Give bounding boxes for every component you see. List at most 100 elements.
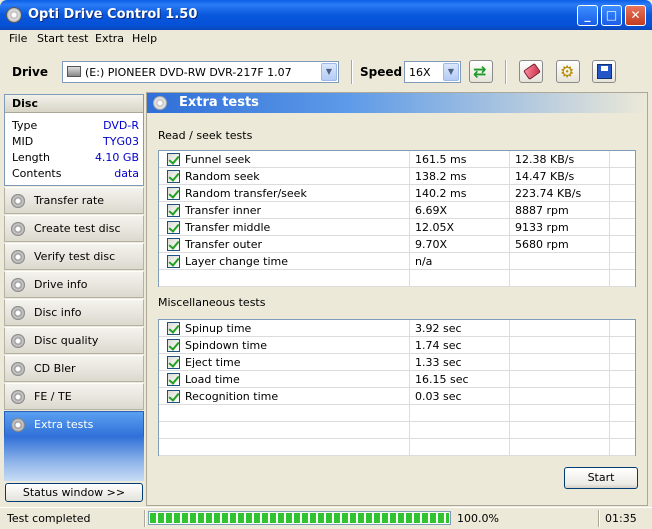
- disc-value: 4.10 GB: [94, 151, 139, 164]
- disc-icon: [11, 334, 25, 348]
- maximize-button[interactable]: □: [601, 5, 622, 26]
- status-window-button[interactable]: Status window >>: [5, 483, 143, 502]
- test-checkbox[interactable]: [167, 153, 180, 166]
- disc-info-panel: Disc Type DVD-R MID TYG03 Length 4.10 GB…: [4, 94, 144, 186]
- disc-icon: [11, 250, 25, 264]
- nav-fe-te[interactable]: FE / TE: [4, 383, 144, 410]
- test-name-cell: Transfer inner: [159, 202, 410, 219]
- nav-label: Transfer rate: [34, 194, 105, 207]
- test-name-cell: Layer change time: [159, 253, 410, 270]
- disc-key: Contents: [12, 167, 62, 180]
- gears-icon: ⚙: [560, 62, 575, 81]
- table-row: [159, 405, 635, 422]
- test-name-cell: Transfer outer: [159, 236, 410, 253]
- test-value2-cell: [510, 422, 610, 439]
- erase-button[interactable]: [519, 60, 543, 83]
- panel-header: Extra tests: [147, 93, 647, 113]
- nav-disc-quality[interactable]: Disc quality: [4, 327, 144, 354]
- menu-file[interactable]: File: [9, 32, 27, 45]
- test-name: Load time: [185, 373, 240, 386]
- progress-bar: [148, 511, 451, 525]
- test-name-cell: Eject time: [159, 354, 410, 371]
- test-checkbox[interactable]: [167, 322, 180, 335]
- drive-select[interactable]: (E:) PIONEER DVD-RW DVR-217F 1.07 ▼: [62, 61, 339, 83]
- menu-bar: File Start test Extra Help: [0, 30, 652, 49]
- disc-icon: [11, 362, 25, 376]
- filler-cell: [610, 337, 635, 354]
- toolbar-separator: [505, 60, 507, 84]
- nav-label: CD Bler: [34, 362, 76, 375]
- test-checkbox[interactable]: [167, 170, 180, 183]
- table-row: Transfer middle 12.05X 9133 rpm: [159, 219, 635, 236]
- settings-button[interactable]: ⚙: [556, 60, 580, 83]
- test-checkbox[interactable]: [167, 204, 180, 217]
- refresh-button[interactable]: ⇄: [469, 60, 493, 83]
- table-row: Eject time 1.33 sec: [159, 354, 635, 371]
- nav-label: Extra tests: [34, 418, 94, 431]
- test-checkbox[interactable]: [167, 390, 180, 403]
- save-button[interactable]: [592, 60, 616, 83]
- table-row: Transfer inner 6.69X 8887 rpm: [159, 202, 635, 219]
- test-name-cell: Funnel seek: [159, 151, 410, 168]
- nav-verify-test-disc[interactable]: Verify test disc: [4, 243, 144, 270]
- speed-select-value: 16X: [409, 66, 431, 79]
- test-name-cell: [159, 439, 410, 456]
- test-name: Transfer inner: [185, 204, 262, 217]
- test-checkbox[interactable]: [167, 373, 180, 386]
- filler-cell: [610, 371, 635, 388]
- close-button[interactable]: ✕: [625, 5, 646, 26]
- test-value2-cell: [510, 439, 610, 456]
- menu-extra[interactable]: Extra: [95, 32, 124, 45]
- test-value2-cell: 14.47 KB/s: [510, 168, 610, 185]
- test-checkbox[interactable]: [167, 221, 180, 234]
- nav-label: FE / TE: [34, 390, 72, 403]
- drive-label: Drive: [12, 65, 48, 79]
- menu-start-test[interactable]: Start test: [37, 32, 89, 45]
- test-value2-cell: [510, 337, 610, 354]
- minimize-button[interactable]: _: [577, 5, 598, 26]
- test-value-cell: 1.33 sec: [410, 354, 510, 371]
- chevron-down-icon[interactable]: ▼: [443, 63, 459, 81]
- filler-cell: [610, 168, 635, 185]
- nav-create-test-disc[interactable]: Create test disc: [4, 215, 144, 242]
- filler-cell: [610, 202, 635, 219]
- speed-select[interactable]: 16X ▼: [404, 61, 461, 83]
- test-checkbox[interactable]: [167, 255, 180, 268]
- drive-select-value: (E:) PIONEER DVD-RW DVR-217F 1.07: [85, 66, 292, 79]
- table-row: Spindown time 1.74 sec: [159, 337, 635, 354]
- test-value2-cell: [510, 354, 610, 371]
- test-checkbox[interactable]: [167, 339, 180, 352]
- table-row: [159, 422, 635, 439]
- test-value-cell: [410, 422, 510, 439]
- chevron-down-icon[interactable]: ▼: [321, 63, 337, 81]
- test-checkbox[interactable]: [167, 356, 180, 369]
- test-name-cell: Spinup time: [159, 320, 410, 337]
- nav-extra-tests[interactable]: Extra tests: [4, 411, 144, 438]
- disc-icon: [153, 96, 167, 110]
- start-button[interactable]: Start: [564, 467, 638, 489]
- test-value2-cell: [510, 270, 610, 287]
- nav-cd-bler[interactable]: CD Bler: [4, 355, 144, 382]
- test-value2-cell: [510, 253, 610, 270]
- filler-cell: [610, 253, 635, 270]
- test-value2-cell: 8887 rpm: [510, 202, 610, 219]
- test-checkbox[interactable]: [167, 187, 180, 200]
- table-row: Transfer outer 9.70X 5680 rpm: [159, 236, 635, 253]
- test-value-cell: [410, 270, 510, 287]
- test-checkbox[interactable]: [167, 238, 180, 251]
- test-value-cell: 16.15 sec: [410, 371, 510, 388]
- filler-cell: [610, 354, 635, 371]
- table-row: Random seek 138.2 ms 14.47 KB/s: [159, 168, 635, 185]
- table-row: Layer change time n/a: [159, 253, 635, 270]
- disc-key: Type: [12, 119, 38, 132]
- nav-transfer-rate[interactable]: Transfer rate: [4, 187, 144, 214]
- nav-disc-info[interactable]: Disc info: [4, 299, 144, 326]
- disc-row-mid: MID TYG03: [12, 135, 139, 150]
- menu-help[interactable]: Help: [132, 32, 157, 45]
- disc-panel-header: Disc: [5, 95, 143, 113]
- nav-drive-info[interactable]: Drive info: [4, 271, 144, 298]
- disc-key: Length: [12, 151, 50, 164]
- test-name: Random seek: [185, 170, 260, 183]
- test-name: Transfer middle: [185, 221, 271, 234]
- toolbar-separator: [351, 60, 353, 84]
